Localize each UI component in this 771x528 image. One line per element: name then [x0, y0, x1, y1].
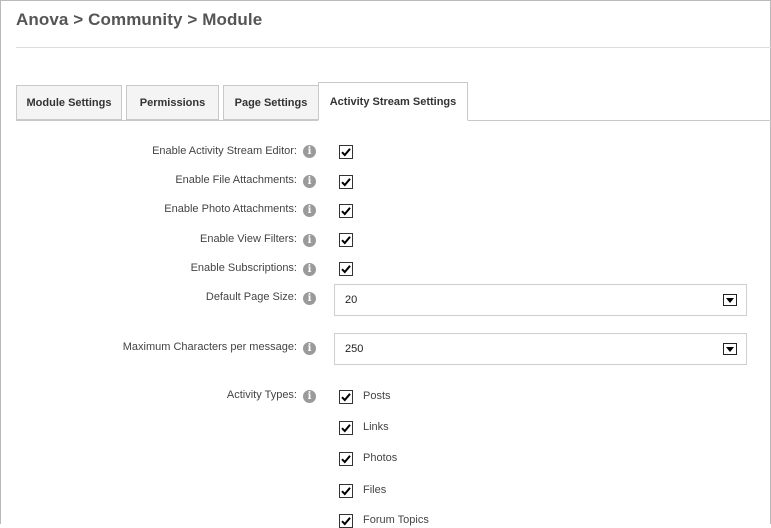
breadcrumb: Anova > Community > Module: [16, 10, 263, 29]
activity-type-label: Photos: [363, 452, 398, 464]
enable-editor-checkbox[interactable]: [339, 145, 353, 159]
info-icon[interactable]: i: [303, 342, 316, 355]
dropdown-arrow-icon[interactable]: [723, 343, 737, 355]
setting-label: Enable File Attachments:: [175, 174, 297, 186]
forum-topics-checkbox[interactable]: [339, 514, 353, 528]
checkmark-icon: [341, 207, 351, 216]
checkmark-icon: [341, 393, 351, 402]
info-icon[interactable]: i: [303, 175, 316, 188]
tab-module-settings[interactable]: Module Settings: [16, 85, 122, 120]
checkmark-icon: [341, 148, 351, 157]
setting-label: Default Page Size:: [205, 291, 297, 303]
enable-photo-attachments-checkbox[interactable]: [339, 204, 353, 218]
divider: [16, 47, 771, 48]
info-icon[interactable]: i: [303, 292, 316, 305]
tab-permissions[interactable]: Permissions: [126, 85, 219, 120]
activity-type-label: Files: [363, 484, 387, 496]
info-icon[interactable]: i: [303, 145, 316, 158]
enable-view-filters-checkbox[interactable]: [339, 233, 353, 247]
select-value: 20: [345, 294, 358, 306]
dropdown-arrow-icon[interactable]: [723, 294, 737, 306]
setting-label: Enable Photo Attachments:: [164, 203, 297, 215]
enable-file-attachments-checkbox[interactable]: [339, 175, 353, 189]
checkmark-icon: [341, 455, 351, 464]
posts-checkbox[interactable]: [339, 390, 353, 404]
checkmark-icon: [341, 178, 351, 187]
setting-label: Enable Activity Stream Editor:: [152, 145, 297, 157]
files-checkbox[interactable]: [339, 484, 353, 498]
info-icon[interactable]: i: [303, 204, 316, 217]
select-value: 250: [345, 343, 364, 355]
checkmark-icon: [341, 517, 351, 526]
info-icon[interactable]: i: [303, 263, 316, 276]
default-page-size-select[interactable]: 20: [334, 284, 747, 316]
activity-type-label: Links: [363, 421, 389, 433]
tab-page-settings[interactable]: Page Settings: [223, 85, 319, 120]
activity-type-label: Forum Topics: [363, 514, 429, 526]
checkmark-icon: [341, 236, 351, 245]
setting-label: Enable Subscriptions:: [190, 262, 297, 274]
checkmark-icon: [341, 487, 351, 496]
window-frame: [0, 0, 771, 524]
photos-checkbox[interactable]: [339, 452, 353, 466]
tab-bar: Module Settings Permissions Page Setting…: [16, 82, 771, 121]
info-icon[interactable]: i: [303, 234, 316, 247]
setting-label: Enable View Filters:: [199, 233, 297, 245]
checkmark-icon: [341, 265, 351, 274]
max-characters-select[interactable]: 250: [334, 333, 747, 365]
activity-type-label: Posts: [363, 390, 391, 402]
setting-label: Maximum Characters per message:: [122, 341, 297, 353]
tab-activity-stream-settings[interactable]: Activity Stream Settings: [318, 82, 468, 121]
enable-subscriptions-checkbox[interactable]: [339, 262, 353, 276]
info-icon[interactable]: i: [303, 390, 316, 403]
checkmark-icon: [341, 424, 351, 433]
links-checkbox[interactable]: [339, 421, 353, 435]
setting-label: Activity Types:: [226, 389, 297, 401]
